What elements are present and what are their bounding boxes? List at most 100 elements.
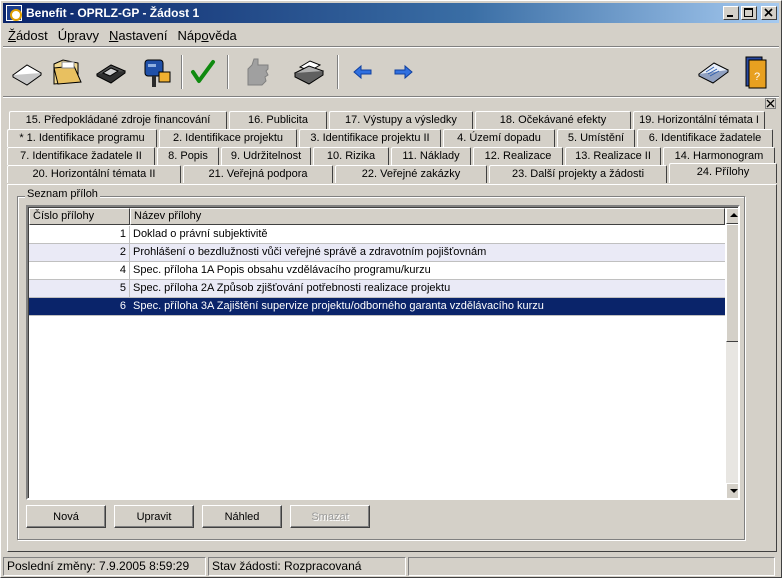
toolbar-separator [337,55,339,89]
close-icon [766,99,775,108]
about-icon [698,62,729,84]
tab-close-button[interactable] [765,98,776,109]
attachment-number: 6 [29,298,130,315]
attachment-number: 1 [29,226,130,243]
tab-12[interactable]: 12. Realizace [473,147,563,165]
delete-attachment-button[interactable]: Smazat [290,505,370,528]
close-icon [764,8,773,17]
status-empty [408,557,775,576]
attachments-table[interactable]: Číslo přílohy Název přílohy 1 Doklad o p… [26,205,740,500]
back-button[interactable] [343,53,383,91]
table-row-selected[interactable]: 6 Spec. příloha 3A Zajištění supervize p… [29,298,725,316]
save-button[interactable] [91,53,131,91]
scroll-thumb[interactable] [726,224,738,342]
new-attachment-button[interactable]: Nová [26,505,106,528]
chevron-up-icon [730,213,738,217]
table-header: Číslo přílohy Název přílohy [29,208,725,225]
maximize-button[interactable] [741,6,757,20]
status-state: Stav žádosti: Rozpracovaná [208,557,406,576]
scroll-down-button[interactable] [726,483,738,498]
tab-10[interactable]: 10. Rizika [313,147,389,165]
tab-19[interactable]: 19. Horizontální témata I [633,111,765,129]
tab-8[interactable]: 8. Popis [157,147,219,165]
close-button[interactable] [761,6,777,20]
column-header-name[interactable]: Název přílohy [130,208,725,225]
about-button[interactable] [693,53,733,91]
attachment-number: 5 [29,280,130,297]
minimize-icon [727,15,733,17]
menu-zadost-label: ádost [15,27,48,43]
menu-napoveda[interactable]: Nápověda [173,28,242,43]
save-disk-icon [95,64,127,84]
tab-16[interactable]: 16. Publicita [229,111,327,129]
attachment-number: 4 [29,262,130,279]
table-row[interactable]: 4 Spec. příloha 1A Popis obsahu vzděláva… [29,262,725,280]
print-button[interactable] [289,53,329,91]
open-folder-icon [53,59,82,85]
tab-1[interactable]: * 1. Identifikace programu [7,129,157,147]
menu-zadost-mnemonic: Ž [8,27,16,43]
maximize-icon [744,8,753,17]
table-row[interactable]: 5 Spec. příloha 2A Způsob zjišťování pot… [29,280,725,298]
tab-13[interactable]: 13. Realizace II [565,147,661,165]
tab-18[interactable]: 18. Očekávané efekty [475,111,631,129]
menu-separator [3,46,779,48]
svg-text:?: ? [754,71,760,83]
menu-upravy[interactable]: Úpravy [53,28,104,43]
attachment-name: Spec. příloha 2A Způsob zjišťování potře… [133,282,451,294]
back-arrow-icon [353,64,372,80]
edit-attachment-button[interactable]: Upravit [114,505,194,528]
attachment-number: 2 [29,244,130,261]
send-mailbox-icon [144,59,171,87]
help-button[interactable]: ? [735,53,775,91]
open-button[interactable] [47,53,87,91]
status-last-change: Poslední změny: 7.9.2005 8:59:29 [3,557,206,576]
new-document-icon [12,64,42,86]
menu-nastaveni-label: astavení [118,27,168,43]
attachment-name: Spec. příloha 1A Popis obsahu vzdělávací… [133,264,431,276]
tab-3[interactable]: 3. Identifikace projektu II [299,129,441,147]
tab-2[interactable]: 2. Identifikace projektu [159,129,297,147]
tab-6[interactable]: 6. Identifikace žadatele [637,129,773,147]
menu-napoveda-mnemonic: o [201,27,209,43]
menu-upravy-label-start: Ú [57,27,68,43]
table-row[interactable]: 1 Doklad o právní subjektivitě [29,226,725,244]
vertical-scrollbar[interactable] [726,208,738,498]
table-body: 1 Doklad o právní subjektivitě 2 Prohláš… [29,226,725,316]
forward-arrow-icon [394,64,413,80]
app-icon[interactable] [6,5,22,21]
tab-4[interactable]: 4. Území dopadu [443,129,555,147]
attachments-group-title: Seznam příloh [25,188,100,200]
menu-zadost[interactable]: Žádost [3,28,53,43]
tab-21[interactable]: 21. Veřejná podpora [183,165,333,183]
check-button[interactable] [183,53,223,91]
attachment-name: Doklad o právní subjektivitě [133,228,268,240]
tab-9[interactable]: 9. Udržitelnost [221,147,311,165]
send-button[interactable] [135,53,175,91]
table-row[interactable]: 2 Prohlášení o bezdlužnosti vůči veřejné… [29,244,725,262]
tab-5[interactable]: 5. Umístění [557,129,635,147]
tab-11[interactable]: 11. Náklady [391,147,471,165]
status-bar: Poslední změny: 7.9.2005 8:59:29 Stav žá… [3,557,779,576]
main-window: Benefit - OPRLZ-GP - Žádost 1 Žádost Úpr… [0,0,782,578]
print-icon [293,60,325,85]
tab-24[interactable]: 24. Přílohy [669,163,777,183]
menu-nastaveni[interactable]: Nastavení [104,28,173,43]
sign-button[interactable] [237,53,277,91]
new-button[interactable] [7,53,47,91]
column-header-number[interactable]: Číslo přílohy [29,208,130,225]
tab-17[interactable]: 17. Výstupy a výsledky [329,111,473,129]
attachment-name: Prohlášení o bezdlužnosti vůči veřejné s… [133,246,487,258]
tab-22[interactable]: 22. Veřejné zakázky [335,165,487,183]
forward-button[interactable] [383,53,423,91]
tab-15[interactable]: 15. Předpokládané zdroje financování [9,111,227,129]
scroll-up-button[interactable] [726,208,738,224]
check-icon [191,60,215,83]
tab-23[interactable]: 23. Další projekty a žádosti [489,165,667,183]
tab-20[interactable]: 20. Horizontální témata II [7,165,181,183]
menu-napoveda-label: věda [208,27,237,43]
title-bar[interactable]: Benefit - OPRLZ-GP - Žádost 1 [3,3,779,23]
preview-attachment-button[interactable]: Náhled [202,505,282,528]
minimize-button[interactable] [723,6,739,20]
tab-7[interactable]: 7. Identifikace žadatele II [7,147,155,165]
